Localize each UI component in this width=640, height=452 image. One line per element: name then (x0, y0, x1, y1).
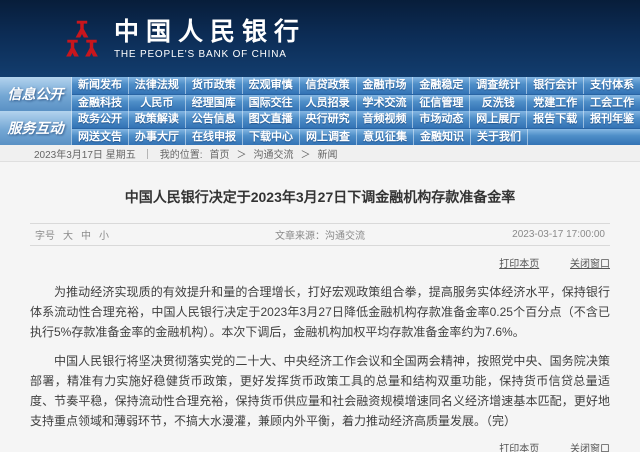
nav-item[interactable]: 报告下载 (526, 111, 583, 128)
nav-item[interactable]: 调查统计 (469, 77, 526, 94)
nav-item[interactable]: 人民币 (128, 95, 185, 111)
nav-row-2: 金融科技 人民币 经理国库 国际交往 人员招录 学术交流 征信管理 反洗钱 党建… (72, 94, 640, 111)
article-content: 中国人民银行决定于2023年3月27日下调金融机构存款准备金率 字号 大 中 小… (0, 162, 640, 452)
nav-label-info-disclosure[interactable]: 信息公开 (0, 77, 72, 111)
breadcrumb-date: 2023年3月17日 星期五 (34, 146, 136, 161)
nav-section-info-disclosure: 信息公开 新闻发布 法律法规 货币政策 宏观审慎 信贷政策 金融市场 金融稳定 … (0, 77, 640, 111)
nav-item[interactable]: 反洗钱 (469, 95, 526, 111)
breadcrumb-link-communication[interactable]: 沟通交流 (254, 146, 294, 161)
nav-item[interactable]: 征信管理 (412, 95, 469, 111)
font-size-small[interactable]: 小 (99, 227, 109, 242)
nav-item[interactable]: 新闻发布 (72, 77, 128, 94)
nav-item[interactable]: 关于我们 (470, 129, 527, 145)
nav-item[interactable]: 在线申报 (185, 129, 242, 145)
site-title-en: THE PEOPLE'S BANK OF CHINA (114, 49, 306, 60)
breadcrumb-link-home[interactable]: 首页 (210, 146, 230, 161)
nav-item[interactable]: 报刊年鉴 (583, 111, 640, 128)
source-value: 沟通交流 (325, 231, 365, 242)
nav-item[interactable]: 公告信息 (185, 111, 242, 128)
breadcrumb: 2023年3月17日 星期五 ｜ 我的位置: 首页 ＞ 沟通交流 ＞ 新闻 (0, 145, 640, 162)
nav-item[interactable]: 金融科技 (72, 95, 128, 111)
nav-item[interactable]: 宏观审慎 (242, 77, 299, 94)
nav-item[interactable]: 国际交往 (242, 95, 299, 111)
nav-item[interactable]: 经理国库 (185, 95, 242, 111)
source-label: 文章来源： (275, 231, 325, 242)
font-size-large[interactable]: 大 (63, 227, 73, 242)
nav-row-3: 政务公开 政策解读 公告信息 图文直播 央行研究 音频视频 市场动态 网上展厅 … (72, 111, 640, 128)
nav-item[interactable]: 银行会计 (526, 77, 583, 94)
nav-row-1: 新闻发布 法律法规 货币政策 宏观审慎 信贷政策 金融市场 金融稳定 调查统计 … (72, 77, 640, 94)
breadcrumb-link-news[interactable]: 新闻 (318, 146, 338, 161)
nav-item[interactable]: 法律法规 (128, 77, 185, 94)
article-meta-bar: 字号 大 中 小 文章来源：沟通交流 2023-03-17 17:00:00 (30, 223, 610, 246)
nav-item[interactable]: 金融稳定 (412, 77, 469, 94)
nav-item[interactable]: 支付体系 (583, 77, 640, 94)
article-actions-top: 打印本页 关闭窗口 (30, 255, 610, 270)
font-size-label: 字号 (35, 227, 55, 242)
nav-item[interactable]: 工会工作 (583, 95, 640, 111)
nav-item[interactable]: 网上展厅 (469, 111, 526, 128)
breadcrumb-divider: ｜ (143, 146, 153, 161)
nav-item[interactable]: 下载中心 (242, 129, 299, 145)
nav-item[interactable]: 金融知识 (413, 129, 470, 145)
pbc-logo-icon[interactable] (62, 15, 102, 63)
article-paragraph: 为推动经济实现质的有效提升和量的合理增长，打好宏观政策组合拳，提高服务实体经济水… (30, 282, 610, 342)
nav-item[interactable]: 办事大厅 (128, 129, 185, 145)
nav-item[interactable]: 政务公开 (72, 111, 128, 128)
nav-item[interactable]: 音频视频 (356, 111, 413, 128)
nav-item[interactable]: 政策解读 (128, 111, 185, 128)
nav-item[interactable]: 学术交流 (356, 95, 413, 111)
print-page-link[interactable]: 打印本页 (499, 259, 539, 270)
nav-filler (527, 129, 640, 145)
site-header: 中国人民银行 THE PEOPLE'S BANK OF CHINA (0, 0, 640, 77)
nav-item[interactable]: 党建工作 (526, 95, 583, 111)
article-datetime: 2023-03-17 17:00:00 (512, 229, 605, 240)
breadcrumb-separator: ＞ (301, 146, 311, 161)
nav-section-services: 服务互动 政务公开 政策解读 公告信息 图文直播 央行研究 音频视频 市场动态 … (0, 111, 640, 145)
pbc-webpage: 中国人民银行 THE PEOPLE'S BANK OF CHINA 信息公开 新… (0, 0, 640, 452)
nav-item[interactable]: 网送文告 (72, 129, 128, 145)
font-size-medium[interactable]: 中 (81, 227, 91, 242)
article-paragraph: 中国人民银行将坚决贯彻落实党的二十大、中央经济工作会议和全国两会精神，按照党中央… (30, 351, 610, 431)
breadcrumb-separator: ＞ (237, 146, 247, 161)
site-title-cn: 中国人民银行 (114, 18, 306, 46)
nav-label-services[interactable]: 服务互动 (0, 111, 72, 145)
print-page-link[interactable]: 打印本页 (499, 444, 539, 452)
nav-row-4: 网送文告 办事大厅 在线申报 下载中心 网上调查 意见征集 金融知识 关于我们 (72, 128, 640, 145)
article-body: 为推动经济实现质的有效提升和量的合理增长，打好宏观政策组合拳，提高服务实体经济水… (30, 282, 610, 431)
font-size-control: 字号 大 中 小 (35, 227, 109, 242)
nav-item[interactable]: 金融市场 (356, 77, 413, 94)
close-window-link[interactable]: 关闭窗口 (570, 444, 610, 452)
nav-item[interactable]: 市场动态 (412, 111, 469, 128)
nav-item[interactable]: 信贷政策 (299, 77, 356, 94)
main-nav: 信息公开 新闻发布 法律法规 货币政策 宏观审慎 信贷政策 金融市场 金融稳定 … (0, 77, 640, 145)
nav-item[interactable]: 图文直播 (242, 111, 299, 128)
brand-text: 中国人民银行 THE PEOPLE'S BANK OF CHINA (114, 18, 306, 60)
nav-item[interactable]: 网上调查 (299, 129, 356, 145)
article-title: 中国人民银行决定于2023年3月27日下调金融机构存款准备金率 (30, 162, 610, 206)
nav-item[interactable]: 央行研究 (299, 111, 356, 128)
nav-item[interactable]: 货币政策 (185, 77, 242, 94)
close-window-link[interactable]: 关闭窗口 (570, 259, 610, 270)
nav-item[interactable]: 人员招录 (299, 95, 356, 111)
breadcrumb-location-label: 我的位置: (160, 146, 203, 161)
article-actions-bottom: 打印本页 关闭窗口 (30, 440, 610, 452)
nav-item[interactable]: 意见征集 (356, 129, 413, 145)
